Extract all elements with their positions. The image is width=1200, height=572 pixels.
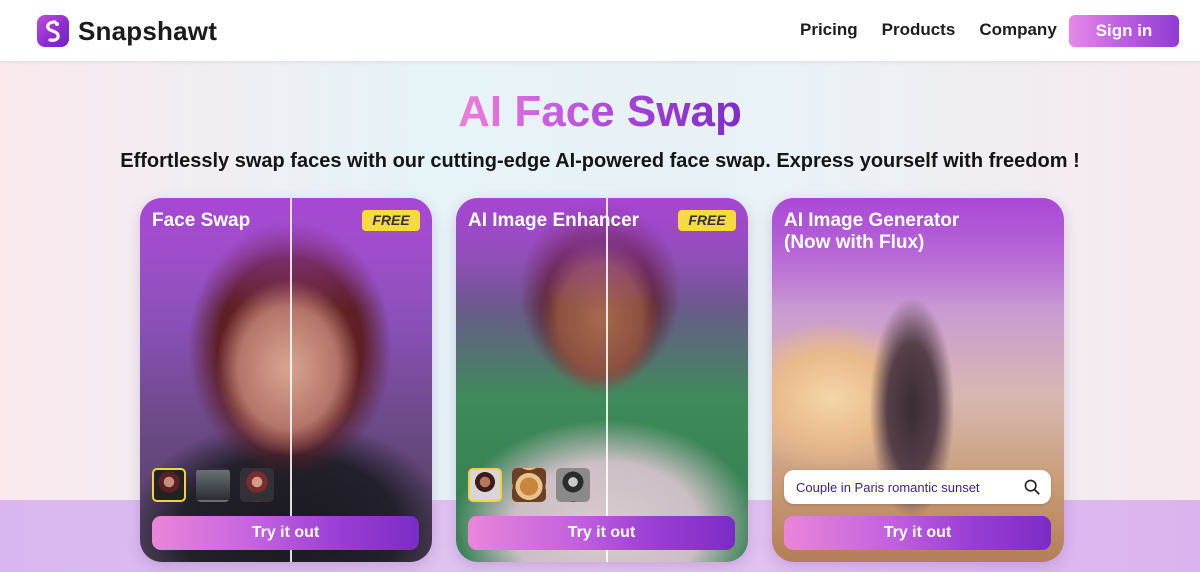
card-title: AI Image Generator (Now with Flux) [784, 210, 960, 253]
nav-link-company[interactable]: Company [979, 20, 1056, 40]
image-enhancer-card[interactable]: AI Image Enhancer FREE Try it out [456, 198, 748, 562]
thumbnail-3[interactable] [556, 468, 590, 502]
page-title: AI Face Swap [0, 84, 1200, 140]
try-it-out-button[interactable]: Try it out [152, 516, 419, 550]
free-badge: FREE [678, 210, 736, 231]
compare-divider[interactable] [290, 198, 292, 562]
prompt-search-box [784, 470, 1051, 504]
thumbnail-3[interactable] [240, 468, 274, 502]
nav-link-pricing[interactable]: Pricing [800, 20, 858, 40]
thumbnail-2[interactable] [512, 468, 546, 502]
sign-in-button[interactable]: Sign in [1069, 15, 1179, 47]
brand-name: Snapshawt [78, 15, 218, 46]
try-it-out-button[interactable]: Try it out [468, 516, 735, 550]
thumbnail-row [468, 468, 590, 502]
compare-divider[interactable] [606, 198, 608, 562]
thumbnail-1[interactable] [152, 468, 186, 502]
main-nav: Pricing Products Company [800, 20, 1057, 40]
page-title-text: AI Face Swap [458, 87, 742, 136]
search-icon[interactable] [1023, 478, 1041, 496]
card-title: AI Image Enhancer [468, 210, 640, 231]
free-badge: FREE [362, 210, 420, 231]
navbar: Snapshawt Pricing Products Company Sign … [0, 0, 1200, 62]
thumbnail-1[interactable] [468, 468, 502, 502]
snapshawt-logo-icon [37, 15, 69, 47]
card-title: Face Swap [152, 210, 251, 231]
thumbnail-row [152, 468, 274, 502]
try-it-out-button[interactable]: Try it out [784, 516, 1051, 550]
prompt-input[interactable] [796, 479, 1023, 495]
brand-logo[interactable]: Snapshawt [37, 14, 217, 48]
hero-subtitle: Effortlessly swap faces with our cutting… [120, 150, 1080, 172]
face-swap-card[interactable]: Face Swap FREE Try it out [140, 198, 432, 562]
nav-link-products[interactable]: Products [882, 20, 956, 40]
image-generator-card[interactable]: AI Image Generator (Now with Flux) Try i… [772, 198, 1064, 562]
thumbnail-2[interactable] [196, 468, 230, 502]
